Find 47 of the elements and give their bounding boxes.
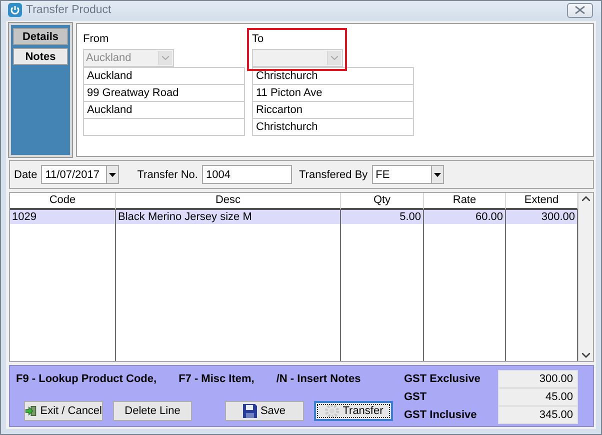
window-title: Transfer Product: [26, 4, 112, 16]
address-line-field[interactable]: Auckland: [83, 67, 245, 85]
total-label: GST Exclusive: [404, 372, 482, 387]
table-cell: 1029: [10, 210, 116, 224]
action-button[interactable]: Exit / Cancel: [24, 401, 103, 421]
gear-icon: [324, 403, 340, 419]
app-icon: [8, 3, 22, 17]
address-line-field[interactable]: Auckland: [83, 101, 245, 119]
shortcut-hint: F7 - Misc Item,: [178, 373, 254, 385]
address-label: To: [252, 32, 265, 47]
total-value: 45.00: [498, 388, 578, 406]
address-line-field[interactable]: Christchurch: [252, 67, 414, 85]
side-tab[interactable]: Notes: [13, 48, 68, 65]
scroll-down-icon[interactable]: [582, 353, 590, 358]
dropdown-field[interactable]: FE: [372, 165, 444, 184]
shortcut-hint: /N - Insert Notes: [276, 373, 361, 385]
action-button[interactable]: Save: [225, 401, 304, 421]
input-field[interactable]: 1004: [202, 165, 292, 184]
dropdown-field[interactable]: 11/07/2017: [41, 165, 120, 184]
chevron-icon: [158, 51, 172, 65]
address-line-field[interactable]: Christchurch: [252, 118, 414, 136]
action-button[interactable]: Delete Line: [113, 401, 192, 421]
field-label: Transfer No.: [137, 168, 198, 180]
address-line-field[interactable]: [83, 118, 245, 136]
table-cell: 5.00: [341, 210, 424, 224]
chevron-icon: [327, 51, 341, 65]
scroll-up-icon[interactable]: [582, 196, 590, 201]
total-value: 300.00: [498, 370, 578, 388]
table-cell: 300.00: [506, 210, 578, 224]
close-icon: [575, 6, 585, 14]
table-cell: 60.00: [424, 210, 506, 224]
table-cell: Black Merino Jersey size M: [116, 210, 341, 224]
total-label: GST Inclusive: [404, 408, 478, 423]
address-line-field[interactable]: 11 Picton Ave: [252, 84, 414, 102]
address-label: From: [83, 32, 110, 47]
address-line-field[interactable]: 99 Greatway Road: [83, 84, 245, 102]
address-line-field[interactable]: Riccarton: [252, 101, 414, 119]
scrollbar[interactable]: [578, 193, 593, 361]
side-tab[interactable]: Details: [13, 28, 68, 45]
exit-arrow-icon: [25, 404, 38, 418]
action-button[interactable]: Transfer: [314, 401, 393, 421]
field-label: Transfered By: [298, 168, 368, 180]
total-value: 345.00: [498, 406, 578, 424]
close-button[interactable]: [567, 2, 593, 18]
shortcut-hint: F9 - Lookup Product Code,: [16, 373, 157, 385]
total-label: GST: [404, 390, 428, 405]
field-label: Date: [14, 168, 38, 180]
